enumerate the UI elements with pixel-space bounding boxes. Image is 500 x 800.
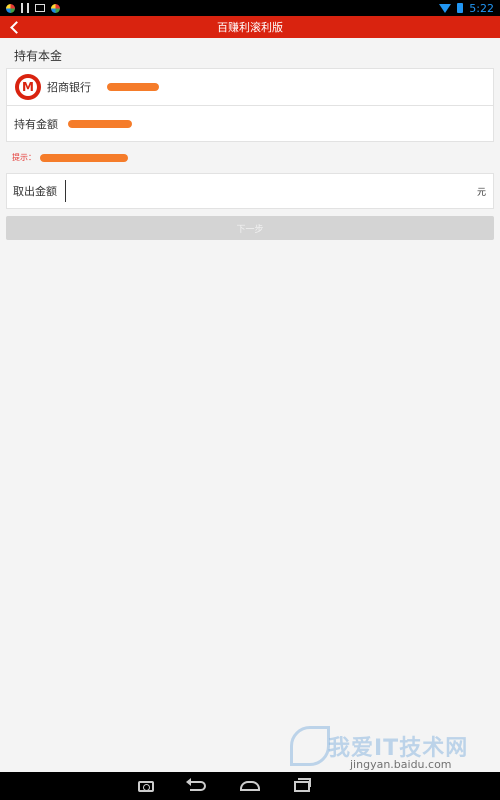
watermark: 我爱IT技术网 jingyan.baidu.com — [290, 726, 495, 772]
wifi-icon — [439, 3, 452, 13]
camera-button[interactable] — [134, 778, 158, 794]
holding-amount-label: 持有金额 — [14, 117, 58, 131]
withdraw-amount-row: 取出金额 元 — [6, 173, 494, 209]
bank-logo-glyph: M — [22, 80, 34, 94]
next-step-button[interactable]: 下一步 — [6, 216, 494, 240]
nav-recent-apps-button[interactable] — [290, 777, 314, 794]
watermark-url: jingyan.baidu.com — [350, 758, 452, 771]
bank-name: 招商银行 — [47, 81, 91, 94]
withdraw-amount-input[interactable] — [65, 180, 477, 202]
image-icon — [35, 4, 45, 12]
app-header: 百赚利滚利版 — [0, 16, 500, 38]
holding-amount-row: 持有金额 — [6, 106, 494, 142]
back-icon — [186, 778, 206, 791]
app-notification-icon — [6, 3, 15, 13]
redacted-account-number — [107, 83, 159, 91]
page-title: 百赚利滚利版 — [217, 21, 283, 34]
status-bar-right: 5:22 — [439, 2, 494, 15]
nav-home-button[interactable] — [238, 778, 262, 794]
recent-apps-icon — [294, 777, 311, 792]
app-notification-icon — [51, 3, 60, 13]
system-nav-bar — [0, 772, 500, 800]
usb-icon — [21, 3, 29, 13]
bank-row[interactable]: M 招商银行 — [6, 68, 494, 106]
status-time: 5:22 — [469, 1, 494, 15]
redacted-hint-text — [40, 153, 128, 162]
back-button[interactable] — [6, 18, 24, 36]
battery-icon — [457, 3, 464, 13]
currency-unit: 元 — [476, 187, 486, 198]
hint: 提示： — [12, 152, 128, 163]
status-bar-left — [6, 3, 60, 13]
hint-label: 提示： — [12, 153, 36, 162]
home-icon — [240, 781, 260, 791]
nav-back-button[interactable] — [186, 778, 210, 794]
withdraw-amount-label: 取出金额 — [13, 185, 57, 198]
chevron-left-icon — [10, 20, 23, 34]
status-bar: 5:22 — [0, 0, 500, 16]
section-title: 持有本金 — [14, 49, 63, 63]
camera-icon — [138, 780, 154, 792]
redacted-holding-amount — [68, 119, 132, 128]
bank-logo: M — [15, 74, 41, 100]
watermark-wing-icon — [290, 726, 330, 766]
